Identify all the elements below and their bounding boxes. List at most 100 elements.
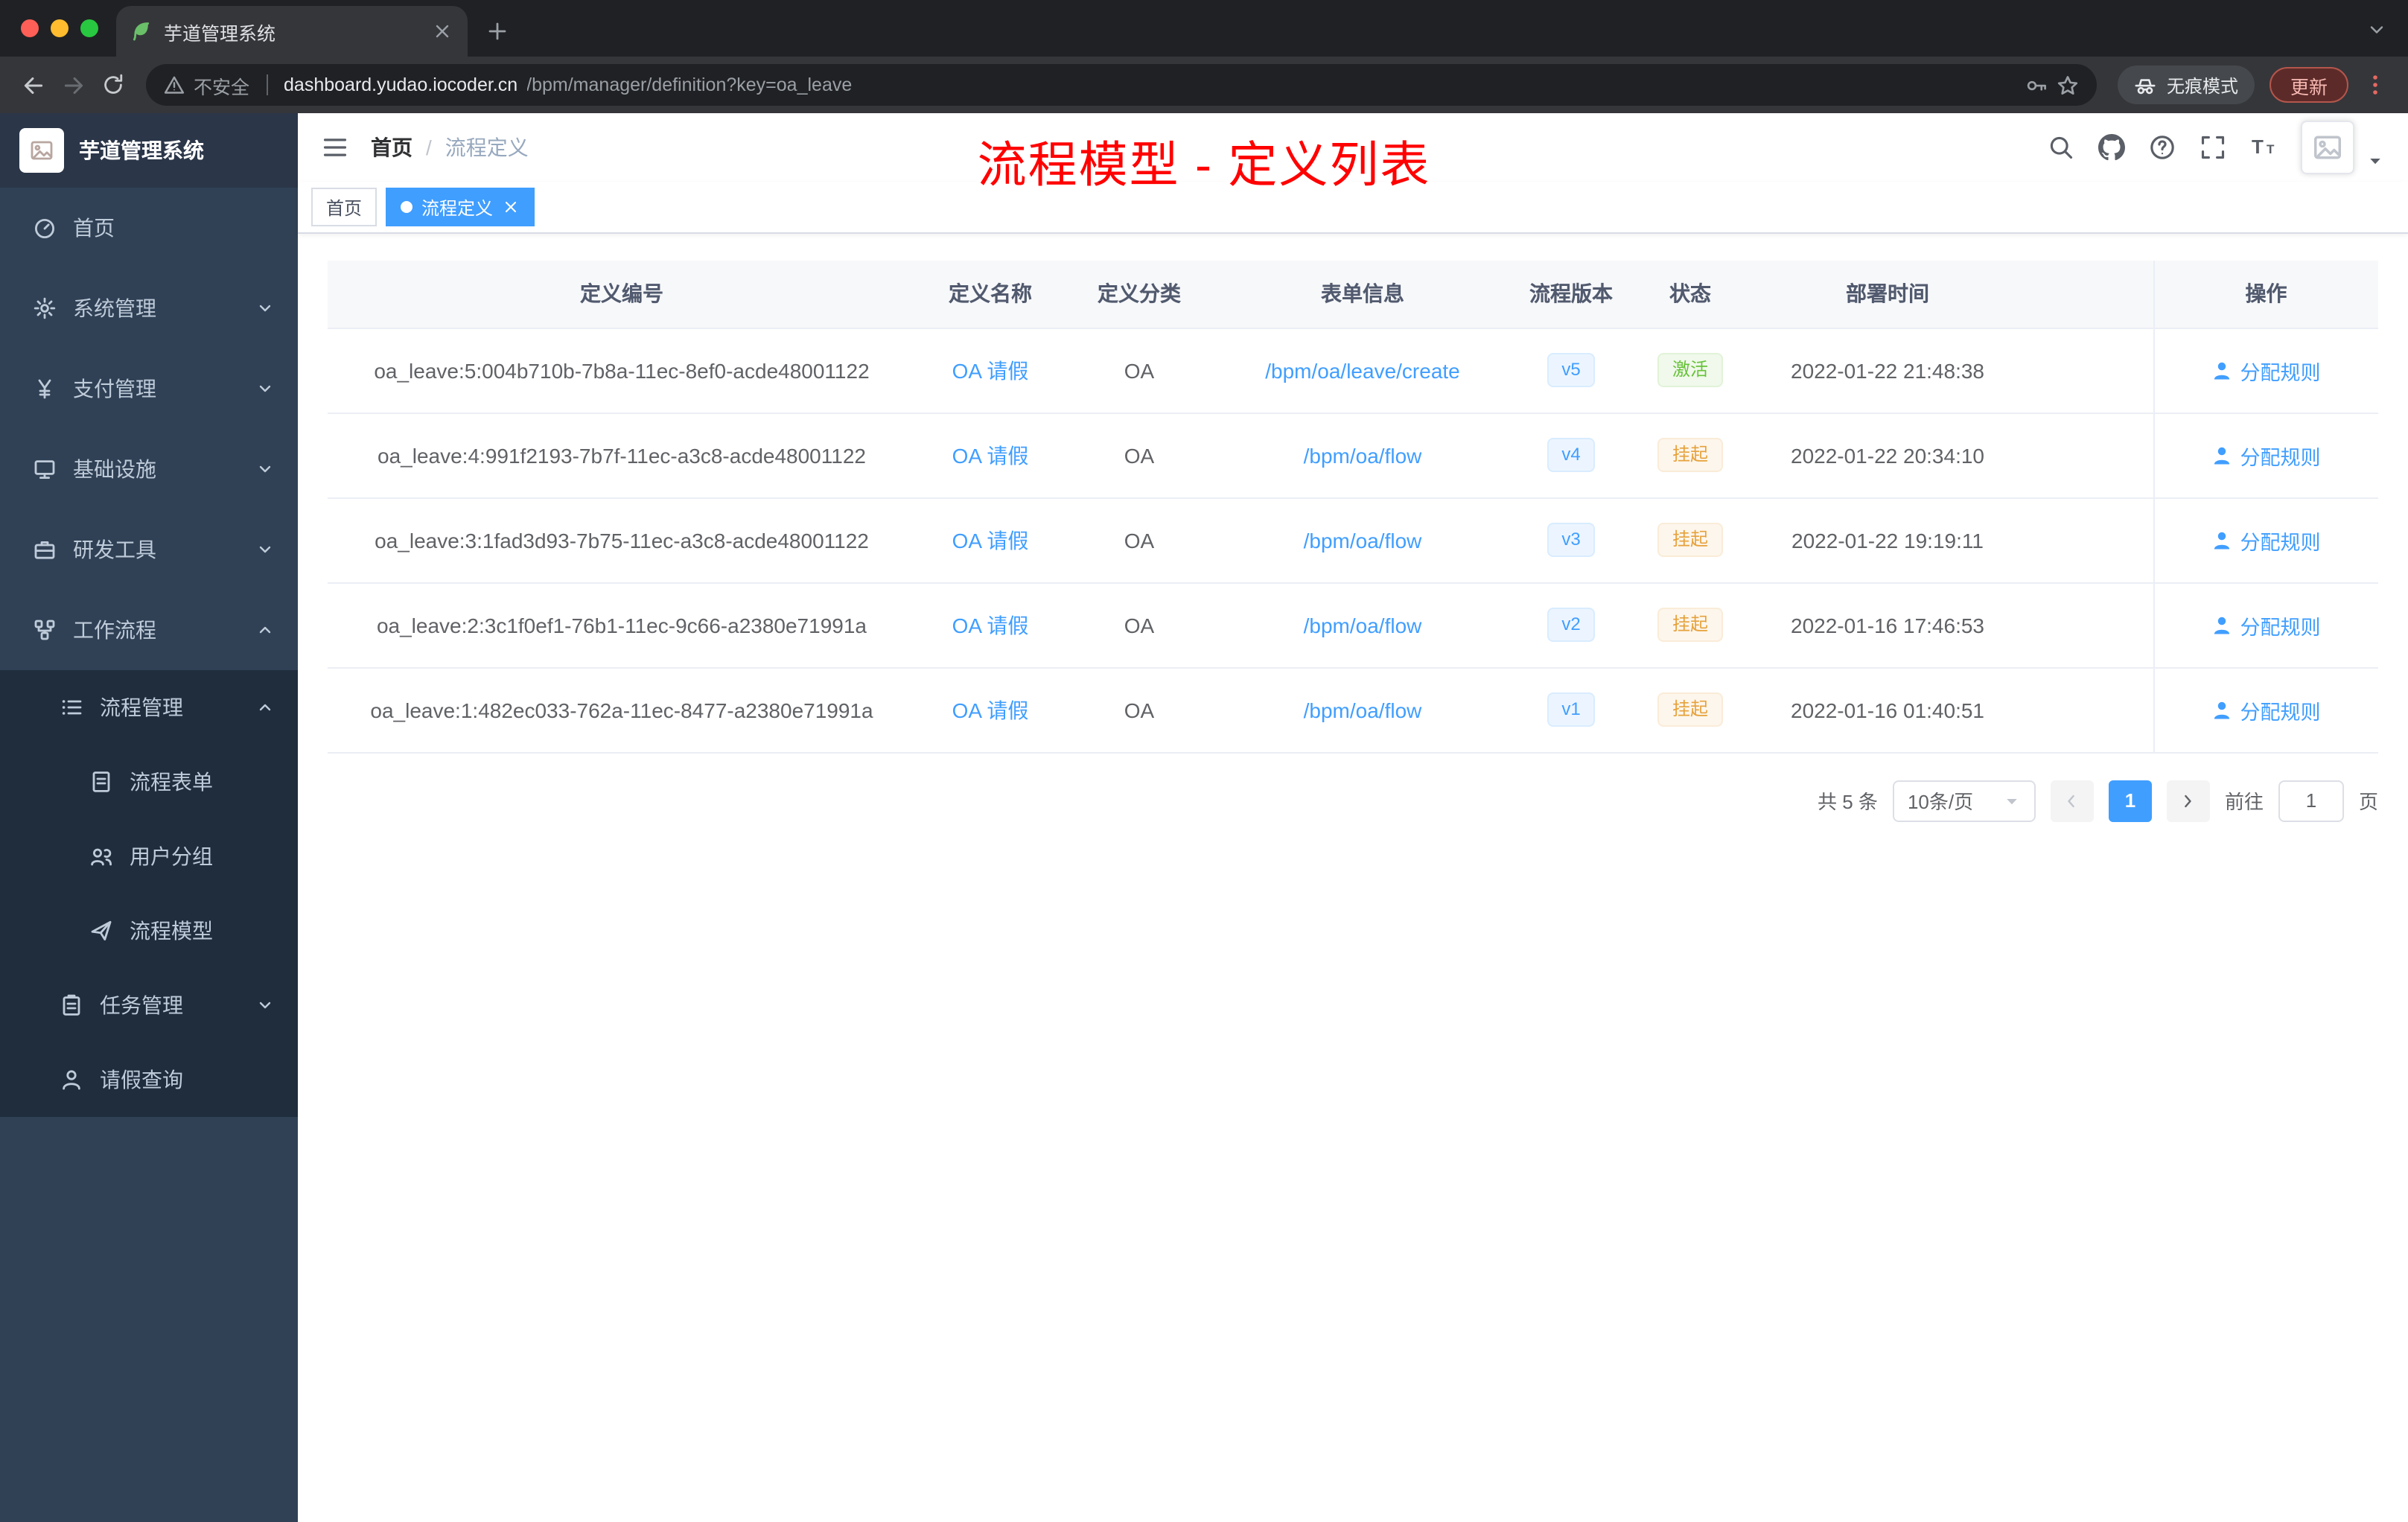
- definition-name-link[interactable]: OA 请假: [952, 358, 1029, 382]
- cell-definition-id: oa_leave:3:1fad3d93-7b75-11ec-a3c8-acde4…: [328, 497, 916, 583]
- assign-rule-link[interactable]: 分配规则: [2212, 695, 2321, 725]
- browser-tab[interactable]: 芋道管理系统: [116, 6, 468, 57]
- cell-definition-name: OA 请假: [916, 497, 1065, 583]
- prev-page-button[interactable]: [2050, 780, 2094, 821]
- page-1-button[interactable]: 1: [2108, 780, 2152, 821]
- password-key-icon[interactable]: [2025, 74, 2048, 96]
- sidebar-item-label: 任务管理: [100, 993, 183, 1017]
- caret-down-icon[interactable]: [2366, 152, 2384, 170]
- sidebar-menu: 首页 系统管理支付管理基础设施 研发工具 工作流程 流程管理流程表单用户分组 流程模型任务…: [0, 188, 298, 1117]
- search-icon[interactable]: [2048, 134, 2074, 161]
- task-icon: [60, 993, 83, 1017]
- chevron-down-icon: [256, 996, 274, 1014]
- window-controls: [21, 19, 98, 37]
- hamburger-icon[interactable]: [322, 134, 348, 161]
- monitor-icon: [33, 457, 57, 481]
- cell-definition-id: oa_leave:1:482ec033-762a-11ec-8477-a2380…: [328, 667, 916, 753]
- new-tab-button[interactable]: [485, 19, 509, 43]
- sidebar-item[interactable]: 流程管理: [0, 670, 298, 745]
- next-page-button[interactable]: [2166, 780, 2210, 821]
- sidebar-item[interactable]: 基础设施: [0, 429, 298, 509]
- sidebar-item[interactable]: 系统管理: [0, 268, 298, 348]
- definition-name-link[interactable]: OA 请假: [952, 698, 1029, 722]
- assign-rule-link[interactable]: 分配规则: [2212, 525, 2321, 555]
- sidebar-item[interactable]: 研发工具: [0, 509, 298, 590]
- site-favicon-icon: [131, 21, 152, 42]
- definition-name-link[interactable]: OA 请假: [952, 443, 1029, 467]
- cell-actions: 分配规则: [2153, 582, 2378, 668]
- svg-text:T: T: [2267, 142, 2275, 156]
- update-label: 更新: [2290, 77, 2328, 98]
- cell-definition-id: oa_leave:5:004b710b-7b8a-11ec-8ef0-acde4…: [328, 328, 916, 413]
- table-row: oa_leave:3:1fad3d93-7b75-11ec-a3c8-acde4…: [328, 497, 2378, 583]
- page-size-select[interactable]: 10条/页: [1892, 780, 2036, 821]
- sidebar-item[interactable]: 支付管理: [0, 348, 298, 429]
- gear-icon: [33, 296, 57, 320]
- reload-icon[interactable]: [101, 73, 125, 97]
- address-bar[interactable]: 不安全 dashboard.yudao.iocoder.cn/bpm/manag…: [146, 64, 2097, 106]
- cell-category: OA: [1065, 582, 1214, 668]
- view-tag[interactable]: 首页: [311, 188, 378, 226]
- cell-status: 挂起: [1631, 582, 1750, 668]
- cell-version: v3: [1512, 497, 1631, 583]
- window-minimize-button[interactable]: [51, 19, 69, 37]
- definition-name-link[interactable]: OA 请假: [952, 613, 1029, 637]
- github-icon[interactable]: [2098, 134, 2125, 161]
- avatar[interactable]: [2301, 121, 2354, 174]
- assign-rule-link[interactable]: 分配规则: [2212, 610, 2321, 640]
- user-icon: [2212, 699, 2233, 720]
- sidebar-item[interactable]: 首页: [0, 188, 298, 268]
- workflow-icon: [33, 618, 57, 642]
- font-size-icon[interactable]: TT: [2250, 134, 2277, 161]
- tag-close-icon[interactable]: [502, 198, 520, 216]
- breadcrumb-home[interactable]: 首页: [371, 133, 413, 162]
- cell-actions: 分配规则: [2153, 497, 2378, 583]
- form-link[interactable]: /bpm/oa/flow: [1304, 613, 1422, 637]
- chevron-up-icon: [256, 621, 274, 639]
- browser-menu-icon[interactable]: [2363, 73, 2387, 97]
- form-link[interactable]: /bpm/oa/flow: [1304, 698, 1422, 722]
- fullscreen-icon[interactable]: [2200, 134, 2226, 161]
- sidebar-item[interactable]: 流程表单: [0, 745, 298, 819]
- assign-rule-link[interactable]: 分配规则: [2212, 440, 2321, 470]
- screen: 芋道管理系统 不安全 dashboard.yudao.iocoder.cn/bp…: [0, 0, 2408, 1522]
- divider: [266, 74, 268, 95]
- sidebar-item[interactable]: 流程模型: [0, 894, 298, 968]
- form-link[interactable]: /bpm/oa/flow: [1304, 528, 1422, 552]
- form-link[interactable]: /bpm/oa/leave/create: [1265, 358, 1460, 382]
- sidebar-item[interactable]: 用户分组: [0, 819, 298, 894]
- view-tag[interactable]: 流程定义: [386, 188, 535, 226]
- assign-rule-link[interactable]: 分配规则: [2212, 355, 2321, 385]
- form-link[interactable]: /bpm/oa/flow: [1304, 443, 1422, 467]
- chevron-up-icon: [256, 698, 274, 716]
- table-header-row: 定义编号 定义名称 定义分类 表单信息 流程版本 状态 部署时间 操作: [328, 261, 2378, 328]
- chevron-left-icon: [2062, 790, 2083, 811]
- sidebar-item[interactable]: 任务管理: [0, 968, 298, 1042]
- forward-icon[interactable]: [61, 72, 86, 98]
- tab-search-icon[interactable]: [2366, 19, 2387, 40]
- bookmark-star-icon[interactable]: [2057, 74, 2079, 96]
- table-row: oa_leave:4:991f2193-7b7f-11ec-a3c8-acde4…: [328, 413, 2378, 498]
- cell-definition-name: OA 请假: [916, 582, 1065, 668]
- sidebar-item[interactable]: 请假查询: [0, 1042, 298, 1117]
- sidebar-item-label: 支付管理: [73, 377, 156, 401]
- goto-page-input[interactable]: [2278, 780, 2344, 821]
- cell-definition-name: OA 请假: [916, 328, 1065, 413]
- chevron-down-icon: [256, 380, 274, 398]
- breadcrumb-current: 流程定义: [445, 136, 529, 159]
- sidebar-item[interactable]: 工作流程: [0, 590, 298, 670]
- help-icon[interactable]: [2149, 134, 2176, 161]
- definition-name-link[interactable]: OA 请假: [952, 528, 1029, 552]
- content: 定义编号 定义名称 定义分类 表单信息 流程版本 状态 部署时间 操作 oa_leave:5:…: [298, 234, 2408, 1522]
- update-button[interactable]: 更新: [2269, 67, 2348, 103]
- version-badge: v3: [1547, 522, 1596, 558]
- back-icon[interactable]: [21, 72, 46, 98]
- cell-form-info: /bpm/oa/flow: [1214, 582, 1512, 668]
- window-close-button[interactable]: [21, 19, 39, 37]
- tab-close-icon[interactable]: [432, 21, 453, 42]
- tag-label: 流程定义: [421, 197, 494, 218]
- cell-definition-name: OA 请假: [916, 667, 1065, 753]
- security-label: 不安全: [194, 77, 250, 98]
- window-zoom-button[interactable]: [80, 19, 98, 37]
- sidebar-item-label: 流程表单: [130, 770, 213, 794]
